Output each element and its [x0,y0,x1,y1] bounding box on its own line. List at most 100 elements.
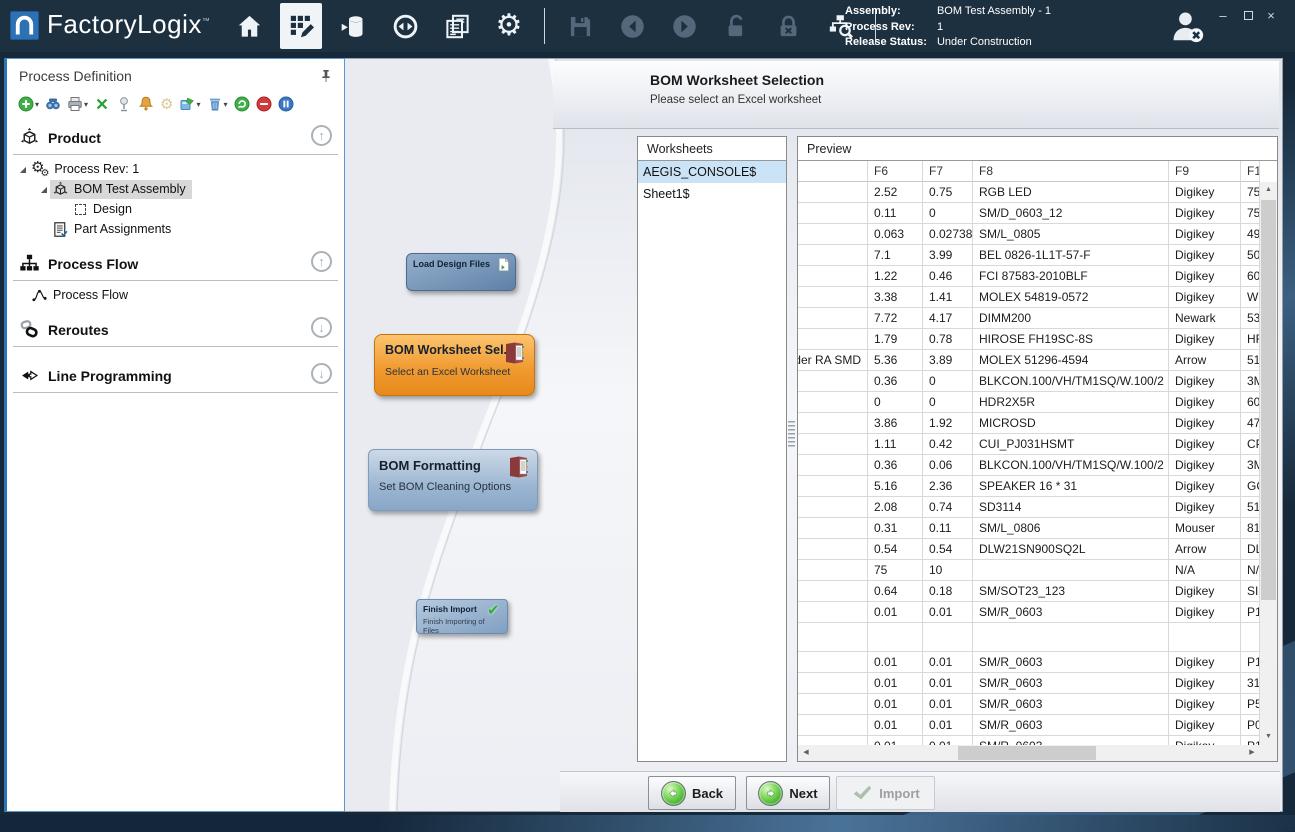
save-button[interactable] [559,3,601,49]
column-header[interactable]: F8 [973,161,1169,182]
home-button[interactable] [228,3,270,49]
table-row[interactable]: older RA SMD5.363.89MOLEX 51296-4594Arro… [798,350,1260,371]
pin-icon[interactable] [318,68,334,84]
table-row[interactable]: 7.724.17DIMM200Newark53B [798,308,1260,329]
table-row[interactable]: 5.162.36SPEAKER 16 * 31DigikeyGC [798,476,1260,497]
table-row[interactable] [798,623,1260,652]
lock-cancel-button[interactable] [767,3,809,49]
scroll-down-icon[interactable]: ▼ [1260,729,1277,745]
find-button[interactable] [44,95,62,113]
column-header[interactable]: F9 [1169,161,1241,182]
vertical-scroll-thumb[interactable] [1261,200,1276,600]
cell: HIROSE FH19SC-8S [973,329,1169,350]
next-button[interactable]: Next [746,776,830,810]
scroll-right-icon[interactable]: ▶ [1244,745,1260,761]
table-row[interactable]: 0.540.54DLW21SN900SQ2LArrowDLW [798,539,1260,560]
column-header[interactable] [798,161,868,182]
table-row[interactable]: 1.220.46FCI 87583-2010BLFDigikey609 [798,266,1260,287]
table-row[interactable]: 7510N/AN/A [798,560,1260,581]
table-row[interactable]: 0.360BLKCON.100/VH/TM1SQ/W.100/2Digikey3… [798,371,1260,392]
splitter-handle[interactable] [788,421,795,449]
tree-item[interactable]: Design [7,199,344,219]
table-row[interactable]: 0.010.01SM/R_0603DigikeyP10 [798,736,1260,745]
announce-button[interactable] [115,95,133,113]
documents-button[interactable] [436,3,478,49]
close-button[interactable]: × [1261,6,1281,26]
worksheet-item[interactable]: Sheet1$ [638,183,786,205]
section-process-flow[interactable]: Process Flow↑ [7,245,344,280]
delete-button[interactable]: ▾ [206,95,229,113]
table-row[interactable]: 3.381.41MOLEX 54819-0572DigikeyWM [798,287,1260,308]
maximize-button[interactable] [1238,6,1258,26]
transfer-button[interactable] [384,3,426,49]
section-expand-icon[interactable]: ↓ [311,317,332,338]
navigate-forward-button[interactable] [663,3,705,49]
back-button[interactable]: Back [648,776,736,810]
expander-icon[interactable]: ◢ [38,185,50,194]
vertical-scrollbar[interactable]: ▲ ▼ [1260,182,1277,745]
tree-item[interactable]: ◢BOM Test Assembly [7,179,344,199]
column-header[interactable]: F7 [923,161,973,182]
section-product[interactable]: Product↑ [7,119,344,154]
table-row[interactable]: 0.010.01SM/R_0603DigikeyP15 [798,652,1260,673]
table-row[interactable]: 1.110.42CUI_PJ031HSMTDigikeyCP [798,434,1260,455]
section-collapse-icon[interactable]: ↑ [311,251,332,272]
column-header[interactable]: F10 [1241,161,1260,182]
export-button[interactable]: ▾ [178,95,201,113]
pause-button[interactable] [277,95,295,113]
refresh-button[interactable] [233,95,251,113]
cell [798,560,868,581]
table-row[interactable]: 2.520.75RGB LEDDigikey754 [798,182,1260,203]
navigate-back-button[interactable] [611,3,653,49]
section-expand-icon[interactable]: ↓ [311,363,332,384]
gear-button[interactable]: ⚙ [159,96,174,113]
table-row[interactable]: 0.0630.02738SM/L_0805Digikey490 [798,224,1260,245]
table-row[interactable]: 2.080.74SD3114Digikey513 [798,497,1260,518]
table-row[interactable]: 0.010.01SM/R_0603DigikeyP0. [798,715,1260,736]
table-row[interactable]: 0.010.01SM/R_0603DigikeyP51 [798,694,1260,715]
table-row[interactable]: 3.861.92MICROSDDigikey478 [798,413,1260,434]
import-button[interactable]: Import [836,776,935,810]
close-x-button[interactable] [93,95,111,113]
tree-item[interactable]: Part Assignments [7,219,344,239]
worksheet-item[interactable]: AEGIS_CONSOLE$ [638,161,786,183]
expander-icon[interactable]: ◢ [17,165,29,174]
column-header[interactable]: F6 [868,161,923,182]
scroll-left-icon[interactable]: ◀ [798,745,814,761]
table-row[interactable]: 0.640.18SM/SOT23_123DigikeySI2 [798,581,1260,602]
cell [798,287,868,308]
table-row[interactable]: 1.790.78HIROSE FH19SC-8SDigikeyHF [798,329,1260,350]
unlock-button[interactable] [715,3,757,49]
minimize-button[interactable]: – [1213,6,1233,26]
cell: 1.22 [868,266,923,287]
table-row[interactable]: 0.360.06BLKCON.100/VH/TM1SQ/W.100/2Digik… [798,455,1260,476]
table-row[interactable]: 0.010.01SM/R_0603Digikey311 [798,673,1260,694]
remove-button[interactable] [255,95,273,113]
tree-item[interactable]: ◢⚙⚙Process Rev: 1 [7,159,344,179]
horizontal-scrollbar[interactable]: ◀ ▶ [798,745,1260,761]
step-bom-formatting[interactable]: BOM Formatting Set BOM Cleaning Options [368,449,538,511]
table-row[interactable]: 7.13.99BEL 0826-1L1T-57-FDigikey507 [798,245,1260,266]
cell: N/A [1241,560,1260,581]
settings-button[interactable]: ⚙ [488,3,530,49]
section-collapse-icon[interactable]: ↑ [311,125,332,146]
navigate-forward-icon [671,13,698,40]
tree-item[interactable]: Process Flow [7,285,344,305]
print-button[interactable]: ▾ [66,95,89,113]
table-row[interactable]: 0.310.11SM/L_0806Mouser81- [798,518,1260,539]
section-reroutes[interactable]: Reroutes↓ [7,311,344,346]
table-row[interactable]: 0.110SM/D_0603_12Digikey754 [798,203,1260,224]
bell-button[interactable] [137,95,155,113]
scroll-up-icon[interactable]: ▲ [1260,182,1277,198]
step-load-design-files[interactable]: Load Design Files [406,253,516,291]
add-button[interactable]: ▾ [17,95,40,113]
table-row[interactable]: 0.010.01SM/R_0603DigikeyP10 [798,602,1260,623]
user-logoff-button[interactable] [1168,7,1206,45]
process-definition-button[interactable] [280,3,322,49]
step-bom-worksheet-selection[interactable]: BOM Worksheet Sel... Select an Excel Wor… [374,334,535,396]
step-finish-import[interactable]: Finish Import ✔ Finish Importing of File… [416,599,508,634]
horizontal-scroll-thumb[interactable] [958,746,1096,760]
table-row[interactable]: 00HDR2X5RDigikey609 [798,392,1260,413]
section-line-programming[interactable]: Line Programming↓ [7,357,344,392]
data-import-button[interactable] [332,3,374,49]
